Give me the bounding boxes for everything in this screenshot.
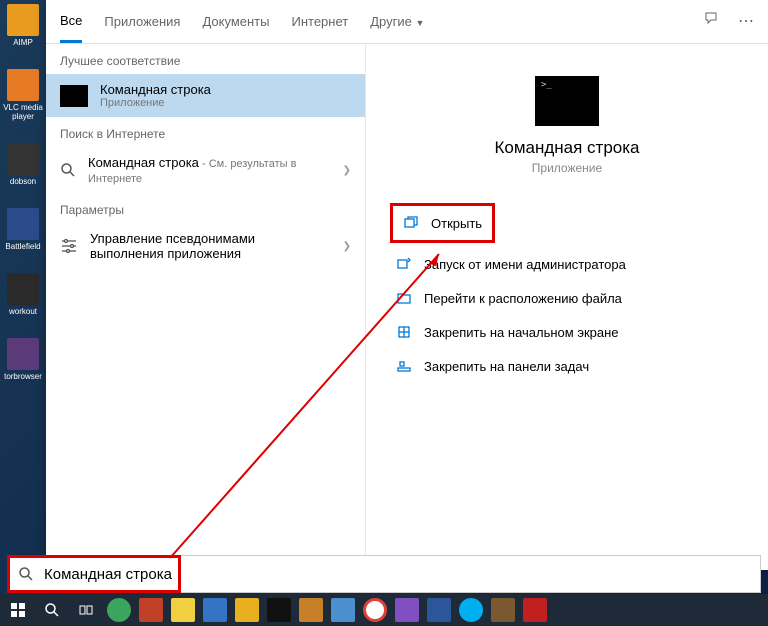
taskbar-app[interactable] (488, 595, 518, 625)
action-label: Открыть (431, 216, 482, 231)
taskbar-search-button[interactable] (36, 595, 68, 625)
taskbar-app[interactable] (136, 595, 166, 625)
highlight-open-action: Открыть (390, 203, 495, 243)
tab-web[interactable]: Интернет (291, 2, 348, 41)
desktop-icon[interactable]: AIMP (0, 4, 46, 47)
desktop-icon-label: torbrowser (4, 372, 42, 381)
action-pin-taskbar[interactable]: Закрепить на панели задач (390, 349, 744, 383)
search-icon (18, 566, 34, 582)
taskbar (0, 594, 768, 626)
action-file-location[interactable]: Перейти к расположению файла (390, 281, 744, 315)
search-input-bar[interactable] (7, 555, 761, 593)
result-title: Командная строка (88, 155, 199, 170)
taskbar-pin-icon (396, 358, 412, 374)
desktop-icon-label: Battlefield (5, 242, 40, 251)
preview-title: Командная строка (390, 138, 744, 158)
action-label: Закрепить на панели задач (424, 359, 589, 374)
desktop-icon-label: AIMP (13, 38, 33, 47)
desktop-icon[interactable]: workout (0, 273, 46, 316)
section-web: Поиск в Интернете (46, 117, 365, 147)
pin-icon (396, 324, 412, 340)
taskbar-app[interactable] (360, 595, 390, 625)
desktop-icon[interactable]: VLC media player (0, 69, 46, 121)
desktop-icon-label: VLC media player (0, 103, 46, 121)
feedback-icon[interactable] (704, 11, 720, 32)
action-run-admin[interactable]: Запуск от имени администратора (390, 247, 744, 281)
taskbar-app[interactable] (264, 595, 294, 625)
taskbar-app[interactable] (232, 595, 262, 625)
preview-subtitle: Приложение (390, 161, 744, 175)
action-open[interactable]: Открыть (397, 206, 488, 240)
taskbar-app[interactable] (168, 595, 198, 625)
search-tabs: Все Приложения Документы Интернет Другие… (46, 0, 768, 44)
result-subtitle: Приложение (100, 97, 351, 109)
taskbar-app[interactable] (296, 595, 326, 625)
desktop-icon[interactable]: Battlefield (0, 208, 46, 251)
taskbar-app[interactable] (520, 595, 550, 625)
section-best-match: Лучшее соответствие (46, 44, 365, 74)
desktop-icon[interactable]: torbrowser (0, 338, 46, 381)
action-label: Запуск от имени администратора (424, 257, 626, 272)
open-icon (403, 215, 419, 231)
desktop-icon-label: dobson (10, 177, 36, 186)
chevron-right-icon: ❯ (343, 241, 351, 252)
action-label: Перейти к расположению файла (424, 291, 622, 306)
admin-icon (396, 256, 412, 272)
result-title: Управление псевдонимами выполнения прило… (90, 231, 331, 261)
result-title: Командная строка (100, 82, 351, 97)
taskbar-app[interactable] (328, 595, 358, 625)
taskbar-app[interactable] (392, 595, 422, 625)
action-label: Закрепить на начальном экране (424, 325, 619, 340)
search-panel: Все Приложения Документы Интернет Другие… (46, 0, 768, 570)
cmd-thumbnail-icon (60, 85, 88, 107)
section-params: Параметры (46, 193, 365, 223)
desktop-icon-label: workout (9, 307, 37, 316)
tab-apps[interactable]: Приложения (104, 2, 180, 41)
preview-pane: Командная строка Приложение Открыть Запу… (366, 44, 768, 570)
results-list: Лучшее соответствие Командная строка При… (46, 44, 366, 570)
result-settings[interactable]: Управление псевдонимами выполнения прило… (46, 223, 365, 269)
search-icon (60, 162, 76, 178)
more-icon[interactable]: ⋯ (738, 11, 754, 32)
taskbar-app[interactable] (424, 595, 454, 625)
taskbar-app[interactable] (456, 595, 486, 625)
desktop-icon[interactable]: dobson (0, 143, 46, 186)
taskbar-app[interactable] (104, 595, 134, 625)
tab-all[interactable]: Все (60, 1, 82, 43)
tab-other[interactable]: Другие ▼ (370, 2, 424, 41)
taskbar-app[interactable] (200, 595, 230, 625)
preview-thumbnail-icon (535, 76, 599, 126)
search-input[interactable] (44, 556, 760, 592)
result-web[interactable]: Командная строка - См. результаты в Инте… (46, 147, 365, 193)
desktop-icons-column: AIMP VLC media player dobson Battlefield… (0, 0, 46, 570)
start-button[interactable] (2, 595, 34, 625)
result-best-match[interactable]: Командная строка Приложение (46, 74, 365, 117)
sliders-icon (60, 237, 78, 255)
chevron-right-icon: ❯ (343, 165, 351, 176)
task-view-button[interactable] (70, 595, 102, 625)
folder-icon (396, 290, 412, 306)
tab-docs[interactable]: Документы (202, 2, 269, 41)
action-pin-start[interactable]: Закрепить на начальном экране (390, 315, 744, 349)
